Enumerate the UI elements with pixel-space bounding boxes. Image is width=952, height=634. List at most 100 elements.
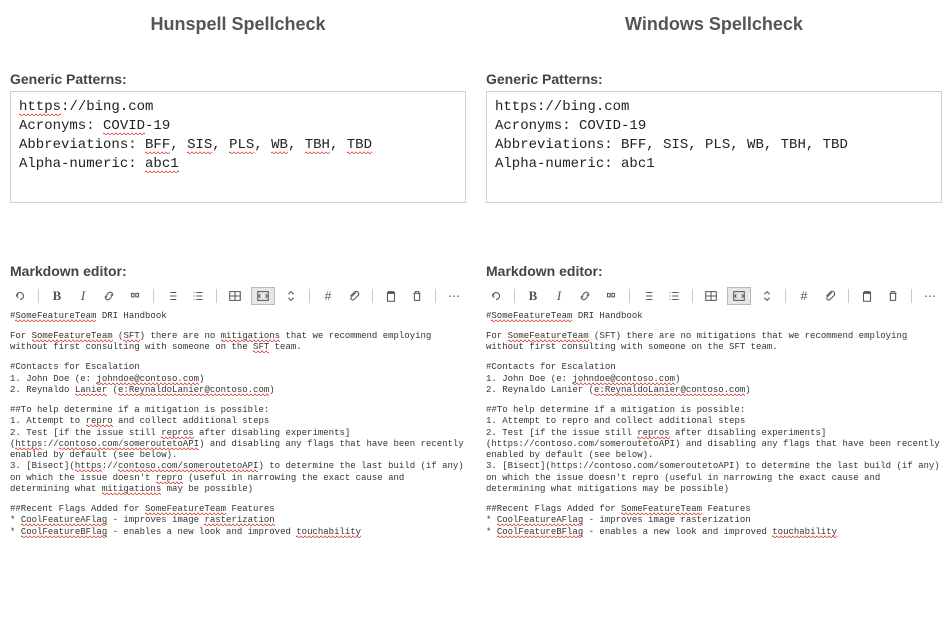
pattern-line: Abbreviations: BFF, SIS, PLS, WB, TBH, T… — [19, 136, 457, 155]
bold-button[interactable]: B — [523, 287, 543, 305]
quote-button[interactable] — [601, 287, 621, 305]
unordered-list-button[interactable] — [638, 287, 658, 305]
clipboard-button[interactable] — [381, 287, 401, 305]
more-button[interactable]: ⋯ — [444, 287, 464, 305]
md-text: SomeFeatureTeam — [15, 311, 96, 322]
patterns-heading-left: Generic Patterns: — [10, 71, 470, 87]
md-text: - improves image rasterization — [583, 515, 750, 525]
list-ul-icon — [165, 289, 179, 303]
list-ol-icon — [191, 289, 205, 303]
md-text: mitigations — [102, 484, 161, 495]
clipboard-icon — [384, 289, 398, 303]
markdown-section-left: Markdown editor: BI # ⋯ #SomeFeatureTeam D… — [6, 263, 470, 538]
pattern-text: -19 — [145, 118, 170, 134]
sort-button[interactable] — [757, 287, 777, 305]
pattern-line: Abbreviations: BFF, SIS, PLS, WB, TBH, T… — [495, 136, 933, 155]
pattern-abbrev: SIS — [187, 137, 212, 154]
md-text: CoolFeatureAFlag — [497, 515, 583, 526]
md-text: - enables a new look and improved — [107, 527, 296, 537]
trash-button[interactable] — [407, 287, 427, 305]
md-text: Features — [702, 504, 751, 514]
md-text: SomeFeatureTeam — [508, 331, 589, 342]
ordered-list-button[interactable] — [188, 287, 208, 305]
attach-button[interactable] — [344, 287, 364, 305]
chevron-updown-icon — [284, 289, 298, 303]
italic-button[interactable]: I — [73, 287, 93, 305]
more-button[interactable]: ⋯ — [920, 287, 940, 305]
md-text: ##Recent Flags Added for — [10, 504, 145, 514]
md-text: ##To help determine if a mitigation is p… — [10, 405, 466, 416]
md-text: * — [486, 527, 497, 537]
pattern-line: Acronyms: COVID-19 — [495, 117, 933, 136]
code-block-button[interactable] — [727, 287, 751, 305]
undo-icon — [489, 289, 503, 303]
clipboard-button[interactable] — [857, 287, 877, 305]
sort-button[interactable] — [281, 287, 301, 305]
md-text: ##Recent Flags Added for — [486, 504, 621, 514]
pattern-abbrev: WB — [271, 137, 288, 154]
md-text: Features — [226, 504, 275, 514]
md-text: ) — [269, 385, 274, 395]
hunspell-title: Hunspell Spellcheck — [6, 14, 470, 35]
patterns-heading-right: Generic Patterns: — [486, 71, 946, 87]
md-text: rasterization — [204, 515, 274, 526]
link-icon — [578, 289, 592, 303]
undo-button[interactable] — [486, 287, 506, 305]
pattern-abbrev: TBH — [305, 137, 330, 154]
markdown-toolbar-right: BI # ⋯ — [482, 283, 946, 309]
markdown-body-right[interactable]: #SomeFeatureTeam DRI Handbook For SomeFe… — [482, 309, 946, 538]
table-button[interactable] — [225, 287, 245, 305]
quote-button[interactable] — [125, 287, 145, 305]
toolbar-separator — [38, 289, 39, 303]
patterns-box-left[interactable]: https://bing.com Acronyms: COVID-19 Abbr… — [10, 91, 466, 203]
undo-button[interactable] — [10, 287, 30, 305]
attach-button[interactable] — [820, 287, 840, 305]
patterns-box-right[interactable]: https://bing.com Acronyms: COVID-19 Abbr… — [486, 91, 942, 203]
toolbar-separator — [911, 289, 912, 303]
md-text: contoso.com/someroutetoAPI — [59, 439, 199, 450]
undo-icon — [13, 289, 27, 303]
markdown-heading-left: Markdown editor: — [10, 263, 470, 279]
pattern-text: Acronyms: — [19, 118, 103, 134]
paperclip-icon — [823, 289, 837, 303]
md-text: e:ReynaldoLanier@contoso.com — [594, 385, 745, 396]
toolbar-separator — [848, 289, 849, 303]
link-button[interactable] — [99, 287, 119, 305]
table-icon — [228, 289, 242, 303]
pattern-text: Abbreviations: — [19, 137, 145, 153]
markdown-toolbar-left: BI # ⋯ — [6, 283, 470, 309]
italic-button[interactable]: I — [549, 287, 569, 305]
md-text: CoolFeatureBFlag — [21, 527, 107, 538]
heading-button[interactable]: # — [794, 287, 814, 305]
list-ol-icon — [667, 289, 681, 303]
unordered-list-button[interactable] — [162, 287, 182, 305]
code-block-button[interactable] — [251, 287, 275, 305]
toolbar-separator — [309, 289, 310, 303]
pattern-line: Alpha-numeric: abc1 — [495, 155, 933, 174]
md-text: ) — [745, 385, 750, 395]
code-icon — [256, 289, 270, 303]
markdown-heading-right: Markdown editor: — [486, 263, 946, 279]
md-text: SomeFeatureTeam — [621, 504, 702, 515]
md-text: Lanier — [75, 385, 107, 396]
md-text: repro — [86, 416, 113, 427]
heading-button[interactable]: # — [318, 287, 338, 305]
code-icon — [732, 289, 746, 303]
md-text: CoolFeatureBFlag — [497, 527, 583, 538]
trash-button[interactable] — [883, 287, 903, 305]
bold-button[interactable]: B — [47, 287, 67, 305]
pattern-line: https://bing.com — [495, 98, 933, 117]
toolbar-separator — [216, 289, 217, 303]
table-button[interactable] — [701, 287, 721, 305]
markdown-body-left[interactable]: #SomeFeatureTeam DRI Handbook For SomeFe… — [6, 309, 470, 538]
md-text: 1. John Doe (e: — [10, 374, 96, 384]
md-text: mitigations — [221, 331, 280, 342]
md-text: - improves image — [107, 515, 204, 525]
link-button[interactable] — [575, 287, 595, 305]
toolbar-separator — [629, 289, 630, 303]
trash-icon — [886, 289, 900, 303]
md-text: contoso.com/someroutetoAPI — [118, 461, 258, 472]
ordered-list-button[interactable] — [664, 287, 684, 305]
two-column-layout: Hunspell Spellcheck Generic Patterns: ht… — [0, 0, 952, 634]
md-text: DRI Handbook — [96, 311, 166, 321]
